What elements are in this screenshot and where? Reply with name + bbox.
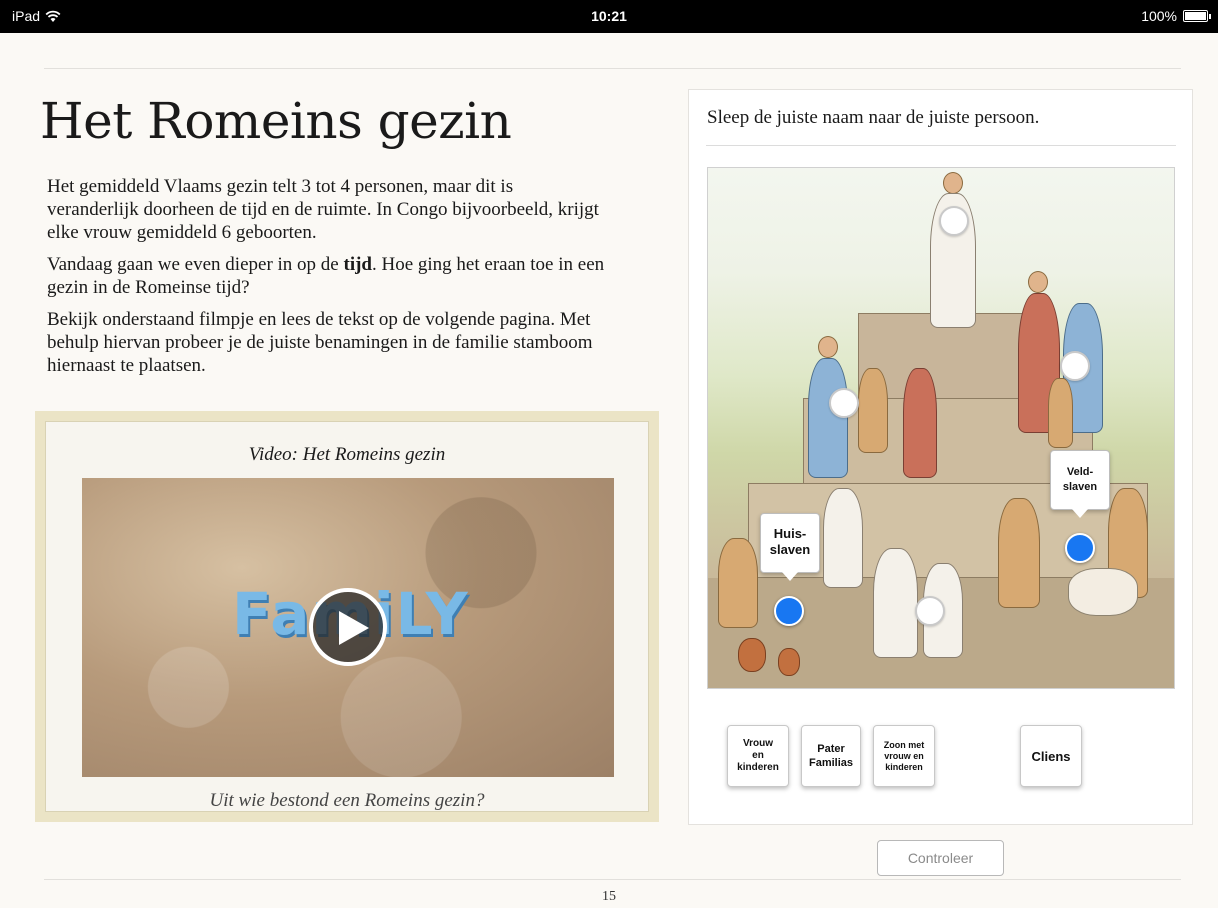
paragraph-2-start: Vandaag gaan we even dieper in op de (47, 254, 344, 275)
page-number: 15 (602, 889, 616, 904)
battery-icon (1183, 10, 1211, 22)
tile-cliens[interactable]: Cliens (1020, 725, 1082, 787)
tile-vrouw-en-kinderen[interactable]: Vrouw en kinderen (727, 725, 789, 787)
battery-percent: 100% (1141, 8, 1177, 24)
video-caption: Uit wie bestond een Romeins gezin? (209, 790, 485, 811)
play-button[interactable] (309, 588, 387, 666)
panel-divider (706, 145, 1176, 146)
cliens-figure (873, 548, 918, 658)
clock: 10:21 (591, 8, 627, 24)
wife-figure (808, 358, 848, 478)
grandchild-figure (1048, 378, 1073, 448)
check-button[interactable]: Controleer (877, 840, 1004, 876)
slave-figure (823, 488, 863, 588)
status-right: 100% (1141, 8, 1211, 24)
page-title: Het Romeins gezin (40, 92, 512, 150)
drop-target-veldslaven[interactable] (1065, 533, 1095, 563)
drop-target-huisslaven[interactable] (774, 596, 804, 626)
field-slave-figure (998, 498, 1040, 608)
top-divider (44, 68, 1181, 69)
video-title: Video: Het Romeins gezin (248, 444, 446, 465)
drag-exercise-panel: Sleep de juiste naam naar de juiste pers… (688, 89, 1193, 825)
paragraph-2-bold: tijd (343, 254, 373, 275)
family-illustration: Huis- slaven Veld- slaven (707, 167, 1175, 689)
status-bar: iPad 10:21 100% (0, 0, 1218, 33)
label-tray: Vrouw en kinderen Pater Familias Zoon me… (689, 725, 1194, 795)
slave-figure (718, 538, 758, 628)
tile-pater-familias[interactable]: Pater Familias (801, 725, 861, 787)
child-figure (858, 368, 888, 453)
placed-label-huisslaven[interactable]: Huis- slaven (760, 513, 820, 581)
paragraph-3: Bekijk onderstaand filmpje en lees de te… (47, 309, 593, 376)
paragraph-1: Het gemiddeld Vlaams gezin telt 3 tot 4 … (47, 176, 599, 243)
drop-target-son-family[interactable] (1060, 351, 1090, 381)
daughter-figure (903, 368, 937, 478)
play-icon (339, 611, 369, 645)
exercise-instruction: Sleep de juiste naam naar de juiste pers… (707, 107, 1040, 128)
pot (778, 648, 800, 676)
video-widget: Video: Het Romeins gezin FamiLY Uit wie … (35, 411, 659, 822)
paragraph-2: Vandaag gaan we even dieper in op de tij… (47, 253, 607, 299)
bottom-divider (44, 879, 1181, 880)
drop-target-cliens[interactable] (915, 596, 945, 626)
tile-zoon-met-vrouw-en-kinderen[interactable]: Zoon met vrouw en kinderen (873, 725, 935, 787)
video-player[interactable]: FamiLY (82, 478, 614, 777)
drop-target-wife-children[interactable] (829, 388, 859, 418)
video-inner: Video: Het Romeins gezin FamiLY Uit wie … (45, 421, 649, 812)
placed-label-veldslaven[interactable]: Veld- slaven (1050, 450, 1110, 518)
drop-target-pater-familias[interactable] (939, 206, 969, 236)
pot (738, 638, 766, 672)
figure-head (943, 172, 963, 194)
figure-head (1028, 271, 1048, 293)
sheep (1068, 568, 1138, 616)
intro-text: Het gemiddeld Vlaams gezin telt 3 tot 4 … (47, 175, 607, 386)
figure-head (818, 336, 838, 358)
